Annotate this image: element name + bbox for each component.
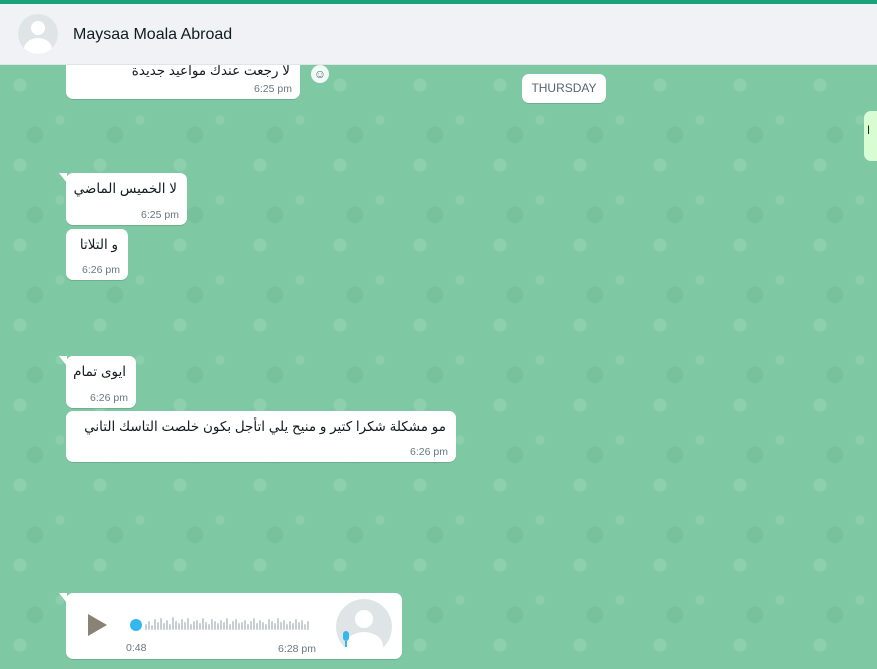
waveform-bar	[151, 625, 153, 630]
outgoing-message-peek[interactable]: ا	[864, 111, 877, 161]
waveform-bar	[157, 622, 159, 630]
message-time: 6:26 pm	[410, 446, 448, 458]
waveform-bar	[307, 621, 309, 630]
message-time: 6:25 pm	[141, 209, 179, 221]
waveform-bar	[196, 620, 198, 630]
waveform-bar	[274, 623, 276, 630]
message-bubble[interactable]: و التلاتا 6:26 pm	[66, 229, 128, 280]
play-icon[interactable]	[88, 614, 107, 636]
message-time: 6:28 pm	[278, 643, 316, 655]
waveform-bar	[211, 619, 213, 630]
waveform-bar	[172, 617, 174, 630]
message-list[interactable]: لا رجعت عندك مواعيد جديدة 6:25 pm ☺ THUR…	[0, 65, 877, 669]
waveform-bar	[271, 621, 273, 630]
waveform-bar	[235, 619, 237, 630]
contact-avatar[interactable]	[18, 14, 58, 54]
waveform-bar	[169, 624, 171, 630]
playback-position-handle[interactable]	[130, 619, 142, 631]
waveform-slider[interactable]	[145, 614, 310, 636]
waveform-bar	[199, 623, 201, 630]
microphone-icon	[341, 631, 351, 647]
waveform-bar	[163, 623, 165, 630]
waveform-bar	[265, 624, 267, 630]
waveform-bar	[262, 622, 264, 630]
message-bubble[interactable]: لا رجعت عندك مواعيد جديدة 6:25 pm	[66, 65, 300, 99]
waveform-bar	[256, 623, 258, 630]
waveform-bar	[214, 621, 216, 630]
waveform-bar	[283, 620, 285, 630]
message-time: 6:26 pm	[90, 392, 128, 404]
waveform-bar	[277, 618, 279, 630]
message-text: لا الخميس الماضي	[73, 181, 177, 196]
waveform-bar	[229, 624, 231, 630]
waveform-bar	[208, 624, 210, 630]
waveform-bar	[292, 623, 294, 630]
voice-duration: 0:48	[126, 642, 147, 654]
waveform-bar	[241, 622, 243, 630]
waveform-bar	[190, 624, 192, 630]
waveform-bar	[259, 620, 261, 630]
day-separator: THURSDAY	[522, 74, 606, 103]
waveform-bar	[304, 624, 306, 630]
message-text: مو مشكلة شكرا كتير و منيح يلي اتأجل بكون…	[84, 419, 446, 434]
waveform-bar	[145, 624, 147, 630]
waveform-bar	[238, 623, 240, 630]
waveform-bar	[298, 622, 300, 630]
waveform-bar	[250, 621, 252, 630]
message-bubble[interactable]: ايوى تمام 6:26 pm	[59, 356, 136, 408]
waveform-bar	[301, 620, 303, 630]
message-time: 6:25 pm	[254, 83, 292, 95]
emoji-reaction-icon[interactable]: ☺	[311, 65, 329, 83]
waveform-bar	[253, 618, 255, 630]
waveform-bar	[223, 622, 225, 630]
message-bubble[interactable]: لا الخميس الماضي 6:25 pm	[59, 173, 187, 225]
voice-message-bubble[interactable]: 0:48 6:28 pm	[59, 593, 402, 659]
waveform-bar	[181, 619, 183, 630]
waveform-bar	[286, 624, 288, 630]
waveform-bar	[187, 618, 189, 630]
avatar-head-shape	[355, 610, 373, 628]
waveform-bar	[175, 621, 177, 630]
waveform-bar	[232, 621, 234, 630]
message-text: لا رجعت عندك مواعيد جديدة	[131, 65, 290, 78]
waveform-bar	[178, 623, 180, 630]
chat-header[interactable]: Maysaa Moala Abroad	[0, 4, 877, 65]
waveform-bar	[295, 619, 297, 630]
waveform-bar	[148, 621, 150, 630]
message-text: ايوى تمام	[73, 364, 126, 379]
waveform-bar	[154, 619, 156, 630]
contact-name[interactable]: Maysaa Moala Abroad	[73, 26, 232, 44]
waveform-bar	[244, 620, 246, 630]
waveform-bar	[202, 618, 204, 630]
message-bubble[interactable]: مو مشكلة شكرا كتير و منيح يلي اتأجل بكون…	[66, 411, 456, 462]
message-text: و التلاتا	[79, 237, 118, 252]
avatar-head-shape	[31, 21, 45, 35]
waveform-bar	[247, 624, 249, 630]
waveform-bar	[166, 620, 168, 630]
waveform-bar	[268, 619, 270, 630]
waveform-bar	[220, 620, 222, 630]
waveform-bar	[160, 618, 162, 630]
waveform-bar	[184, 622, 186, 630]
waveform-bar	[226, 618, 228, 630]
waveform-bar	[217, 623, 219, 630]
avatar-body-shape	[24, 38, 52, 54]
waveform-bar	[205, 622, 207, 630]
waveform-bar	[289, 621, 291, 630]
message-time: 6:26 pm	[82, 264, 120, 276]
waveform-bar	[280, 622, 282, 630]
waveform-bar	[193, 621, 195, 630]
